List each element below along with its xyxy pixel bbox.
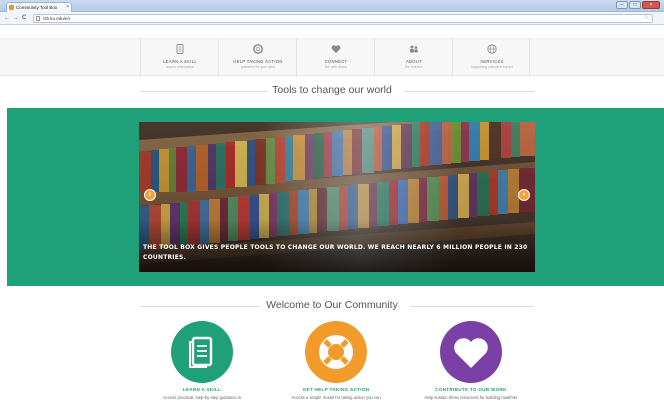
bookmark-star-icon[interactable]: ☆	[644, 15, 649, 22]
community-heading: Welcome to Our Community	[266, 299, 398, 311]
close-window-button[interactable]: ×	[642, 1, 660, 9]
globe-icon	[487, 44, 497, 54]
nav-item-title: LEARN A SKILL	[163, 59, 197, 64]
life-ring-icon	[319, 335, 353, 369]
nav-item-title: SERVICES	[480, 59, 504, 64]
slider-prev-button[interactable]: ‹	[144, 189, 156, 201]
feature-description: Access practical, step-by-step guidance …	[162, 395, 242, 400]
document-icon	[189, 336, 213, 368]
heart-icon	[331, 45, 341, 53]
nav-item-subtitle: how-to information	[166, 65, 194, 69]
address-url: ctb.ku.edu/en	[43, 16, 71, 21]
nav-item-subtitle: the tool box	[405, 65, 423, 69]
nav-item-title: CONNECT	[324, 59, 348, 64]
slider-caption: THE TOOL BOX GIVES PEOPLE TOOLS TO CHANG…	[143, 244, 528, 261]
minimize-button[interactable]: –	[616, 1, 628, 9]
document-icon	[176, 44, 184, 54]
nav-item-title: ABOUT	[406, 59, 422, 64]
feature-title[interactable]: LEARN A SKILL	[127, 387, 277, 392]
nav-item-services[interactable]: SERVICES supporting collective impact	[452, 39, 530, 77]
tab-title: Community Tool Box	[16, 5, 58, 10]
tab-close-button[interactable]: ×	[66, 3, 69, 12]
life-ring-icon	[253, 44, 263, 54]
nav-item-subtitle: link with others	[324, 65, 348, 69]
feature-description: Help sustain these resources for buildin…	[424, 395, 518, 400]
feature-description: Access a simple model for taking action …	[291, 395, 381, 400]
nav-item-subtitle: supporting collective impact	[471, 65, 513, 69]
feature-title[interactable]: CONTRIBUTE TO OUR WORK	[396, 387, 546, 392]
people-icon	[410, 45, 418, 53]
address-bar[interactable]: ctb.ku.edu/en ☆	[33, 14, 653, 23]
browser-toolbar: ← → C ctb.ku.edu/en ☆	[0, 12, 664, 25]
nav-item-connect[interactable]: CONNECT link with others	[296, 39, 374, 77]
page-icon	[36, 16, 40, 21]
nav-item-about[interactable]: ABOUT the tool box	[374, 39, 452, 77]
forward-button[interactable]: →	[13, 15, 19, 22]
feature-title[interactable]: GET HELP TAKING ACTION	[261, 387, 411, 392]
feature-circle	[171, 321, 233, 383]
hero-heading: Tools to change our world	[272, 84, 392, 96]
favicon-icon	[9, 5, 14, 10]
nav-item-learn-a-skill[interactable]: LEARN A SKILL how-to information	[140, 39, 218, 77]
page: LEARN A SKILL how-to information HELP TA…	[0, 25, 664, 405]
maximize-button[interactable]: □	[629, 1, 641, 9]
nav-item-help-taking-action[interactable]: HELP TAKING ACTION guidance for your wor…	[218, 39, 296, 77]
browser-titlebar: Community Tool Box × – □ ×	[0, 0, 664, 12]
window-controls: – □ ×	[616, 1, 660, 10]
slider-next-button[interactable]: ›	[518, 189, 530, 201]
top-navigation: LEARN A SKILL how-to information HELP TA…	[0, 38, 664, 77]
feature-circle	[305, 321, 367, 383]
reload-button[interactable]: C	[22, 15, 26, 22]
hero-slider[interactable]: ‹ › THE TOOL BOX GIVES PEOPLE TOOLS TO C…	[139, 122, 535, 272]
nav-item-title: HELP TAKING ACTION	[233, 59, 283, 64]
heart-icon	[454, 338, 488, 368]
browser-tab[interactable]: Community Tool Box ×	[6, 2, 72, 12]
back-button[interactable]: ←	[4, 15, 10, 22]
nav-item-subtitle: guidance for your work	[240, 65, 276, 69]
feature-circle	[440, 321, 502, 383]
